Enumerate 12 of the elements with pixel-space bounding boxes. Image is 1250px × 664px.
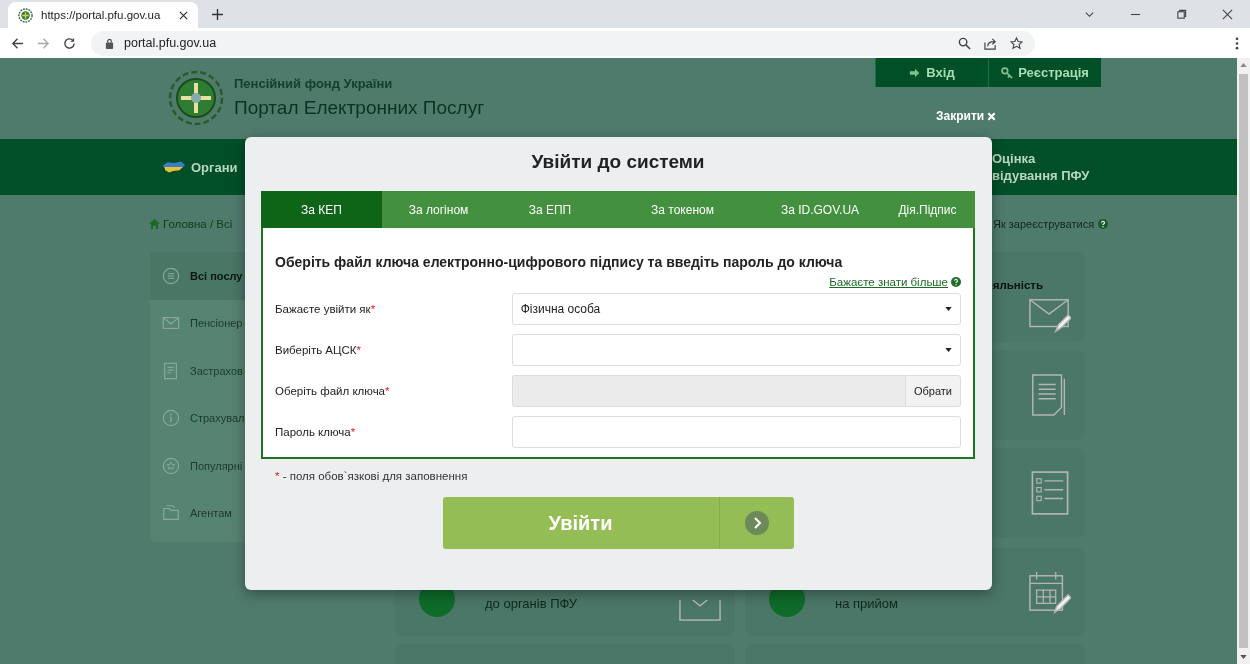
required-note: * - поля обов`язкові для заповнення [275, 470, 469, 482]
card-title: на прийом [835, 595, 898, 611]
field-label: Пароль ключа* [275, 425, 357, 438]
card-title: яльність [992, 279, 1043, 291]
form-heading: Оберіть файл ключа електронно-цифрового підпису та введіть пароль до ключа [275, 254, 844, 270]
dialog-title: Увійти до системи [530, 150, 706, 174]
field-label: Бажаєте увійти як* [275, 302, 377, 315]
portal-title: Портал Електронних Послуг [234, 97, 485, 119]
card-title: до органів ПФУ [485, 595, 578, 611]
field-label: Оберіть файл ключа* [275, 384, 391, 397]
field-label: Виберіть АЦСК* [275, 343, 363, 356]
organization-name: Пенсійний фонд України [234, 76, 394, 91]
